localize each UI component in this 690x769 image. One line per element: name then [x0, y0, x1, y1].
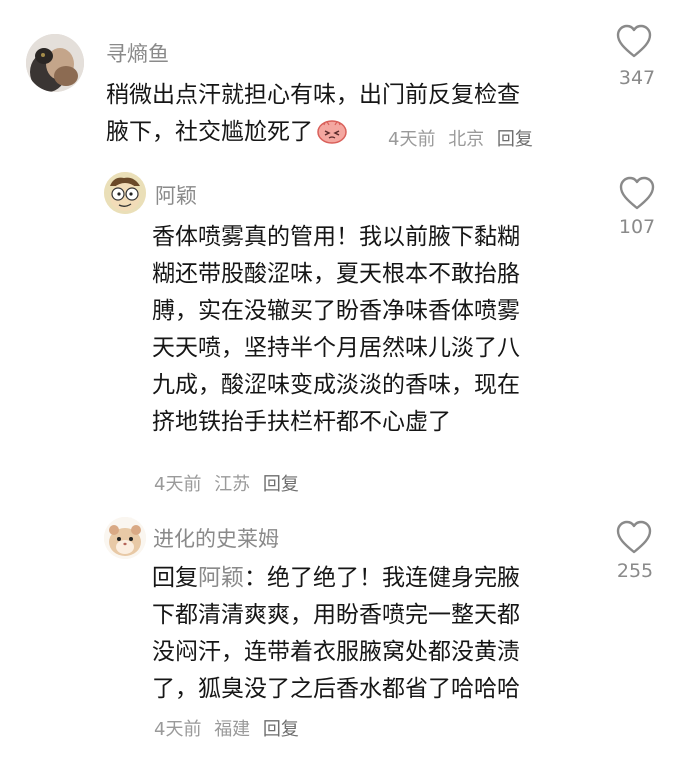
comment-line: 香体喷雾真的管用！我以前腋下黏糊 [152, 224, 520, 250]
comment-time: 4天前 [154, 474, 202, 495]
cartoon-avatar-icon [104, 172, 146, 214]
comment-text: 香体喷雾真的管用！我以前腋下黏糊 糊还带股酸涩味，夏天根本不敢抬胳 膊，实在没辙… [152, 219, 520, 441]
comment-location: 北京 [448, 129, 485, 150]
comment-text: 回复阿颖：绝了绝了！我连健身完腋 下都清清爽爽，用盼香喷完一整天都 没闷汗，连带… [152, 560, 520, 708]
comment-meta: 4天前 北京 回复 [388, 125, 540, 151]
reply-button[interactable]: 回复 [263, 719, 299, 740]
heart-icon[interactable] [617, 174, 657, 214]
reply-button[interactable]: 回复 [497, 129, 533, 150]
comment-meta: 4天前 福建 回复 [154, 715, 306, 741]
comment-line: 挤地铁抬手扶栏杆都不心虚了 [152, 409, 451, 435]
comment-line: 了，狐臭没了之后香水都省了哈哈哈 [152, 676, 520, 702]
like-count: 347 [618, 67, 656, 89]
heart-icon[interactable] [614, 518, 654, 558]
comment-line: 没闷汗，连带着衣服腋窝处都没黄渍 [152, 639, 520, 665]
cat-avatar-icon [26, 34, 84, 92]
comment-line: 九成，酸涩味变成淡淡的香味，现在 [152, 372, 520, 398]
comment-location: 江苏 [214, 474, 251, 495]
comment-line-text: 腋下，社交尴尬死了 [106, 119, 313, 145]
comment-time: 4天前 [388, 129, 436, 150]
comment-meta: 4天前 江苏 回复 [154, 470, 306, 496]
comment-line: 下都清清爽爽，用盼香喷完一整天都 [152, 602, 520, 628]
comment-line-text: ：绝了绝了！我连健身完腋 [244, 565, 520, 591]
like-count: 107 [618, 216, 656, 238]
avatar[interactable] [26, 34, 84, 92]
comment-line: 回复阿颖：绝了绝了！我连健身完腋 [152, 560, 520, 597]
comment-line: 膊，实在没辙买了盼香净味香体喷雾 [152, 298, 520, 324]
like-count: 255 [616, 560, 654, 582]
sweat-face-emoji-icon [317, 120, 347, 144]
hamster-avatar-icon [104, 517, 146, 559]
reply-button[interactable]: 回复 [263, 474, 299, 495]
comment-line: 天天喷，坚持半个月居然味儿淡了八 [152, 335, 520, 361]
username[interactable]: 寻熵鱼 [106, 38, 169, 68]
comment-time: 4天前 [154, 719, 202, 740]
comment-line: 糊还带股酸涩味，夏天根本不敢抬胳 [152, 261, 520, 287]
comment-location: 福建 [214, 719, 251, 740]
comment-line: 稍微出点汗就担心有味，出门前反复检查 [106, 82, 520, 108]
reply-prefix: 回复 [152, 565, 198, 591]
username[interactable]: 阿颖 [155, 180, 197, 210]
avatar[interactable] [104, 517, 146, 559]
username[interactable]: 进化的史莱姆 [153, 523, 279, 553]
avatar[interactable] [104, 172, 146, 214]
heart-icon[interactable] [614, 22, 654, 62]
mention-link[interactable]: 阿颖 [198, 565, 244, 591]
